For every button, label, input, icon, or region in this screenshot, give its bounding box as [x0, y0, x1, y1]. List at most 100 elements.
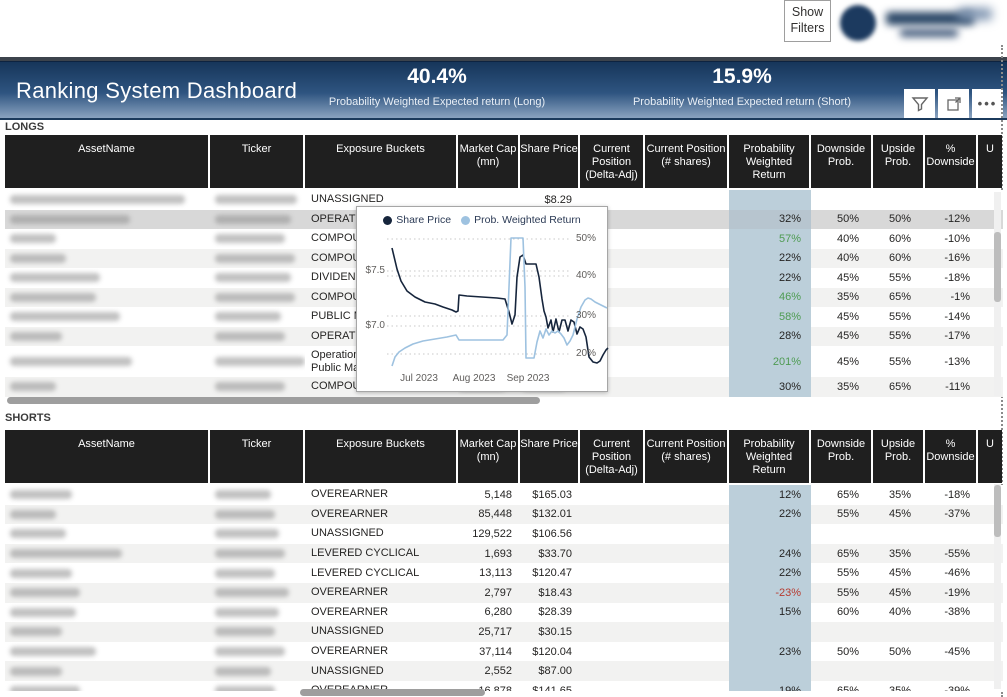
column-header[interactable]: U — [978, 430, 1002, 483]
more-options-button[interactable]: ••• — [972, 89, 1003, 118]
cell-prob-weighted-return: 32% — [729, 210, 811, 230]
column-header[interactable]: Current Position (# shares) — [645, 135, 729, 188]
column-header[interactable]: Upside Prob. — [873, 430, 925, 483]
table-row[interactable]: OVEREARNER6,280$28.3915%60%40%-38% — [5, 603, 1003, 623]
table-row[interactable]: LEVERED CYCLICAL1,693$33.7024%65%35%-55% — [5, 544, 1003, 564]
column-header[interactable]: % Downside — [925, 135, 978, 188]
column-header[interactable]: Share Price — [520, 135, 580, 188]
redacted-text-blur — [10, 627, 62, 636]
shorts-horizontal-scrollbar[interactable] — [300, 689, 485, 696]
cell-prob-weighted-return — [729, 190, 811, 210]
column-header[interactable]: % Downside — [925, 430, 978, 483]
table-row[interactable]: OVEREARNER2,797$18.43-23%55%45%-19% — [5, 583, 1003, 603]
cell-upside-prob: 55% — [873, 327, 925, 347]
redacted-text-blur — [10, 647, 96, 656]
table-row[interactable]: OVEREARNER85,448$132.0122%55%45%-37% — [5, 505, 1003, 525]
y-axis-label: 30% — [576, 310, 604, 321]
x-axis-label: Sep 2023 — [498, 373, 558, 384]
table-row[interactable]: OVEREARNER16,878$141.6519%65%35%-39% — [5, 681, 1003, 691]
visual-toolbar: ••• — [904, 89, 1003, 118]
cell-pct-downside — [925, 661, 978, 681]
cell-market-cap: 129,522 — [458, 524, 520, 544]
cell-market-cap: 25,717 — [458, 622, 520, 642]
cell-downside-prob: 45% — [811, 346, 873, 377]
cell-upside-prob: 60% — [873, 249, 925, 269]
cell-downside-prob: 55% — [811, 505, 873, 525]
table-row[interactable]: OVEREARNER37,114$120.0423%50%50%-45% — [5, 642, 1003, 662]
column-header[interactable]: Probability Weighted Return — [729, 430, 811, 483]
cell-current-position-delta — [580, 563, 645, 583]
cell-exposure-bucket: OVEREARNER — [305, 583, 458, 603]
cell-pct-downside: -18% — [925, 268, 978, 288]
cell-prob-weighted-return: 22% — [729, 505, 811, 525]
column-header[interactable]: Exposure Buckets — [305, 430, 458, 483]
y-axis-label: 20% — [576, 348, 604, 359]
show-filters-button[interactable]: Show Filters — [784, 0, 831, 42]
cell-assetname — [5, 661, 210, 681]
cell-market-cap: 13,113 — [458, 563, 520, 583]
filter-button[interactable] — [904, 89, 935, 118]
cell-downside-prob: 40% — [811, 249, 873, 269]
cell-upside-prob: 45% — [873, 505, 925, 525]
cell-pct-downside — [925, 190, 978, 210]
cell-current-position-shares — [645, 229, 729, 249]
column-header[interactable]: Share Price — [520, 430, 580, 483]
redacted-text-blur — [10, 357, 132, 366]
column-header[interactable]: Current Position (Delta-Adj) — [580, 135, 645, 188]
column-header[interactable]: Downside Prob. — [811, 430, 873, 483]
column-header[interactable]: Current Position (# shares) — [645, 430, 729, 483]
cell-upside-prob: 50% — [873, 642, 925, 662]
longs-vertical-scrollbar[interactable] — [994, 232, 1001, 302]
cell-assetname — [5, 288, 210, 308]
cell-current-position-shares — [645, 505, 729, 525]
shorts-vertical-scrollbar[interactable] — [994, 485, 1001, 537]
cell-current-position-shares — [645, 524, 729, 544]
y-axis-label: $7.5 — [363, 265, 385, 276]
column-header[interactable]: U — [978, 135, 1002, 188]
column-header[interactable]: Exposure Buckets — [305, 135, 458, 188]
cell-assetname — [5, 210, 210, 230]
cell-ticker — [210, 346, 305, 377]
table-row[interactable]: UNASSIGNED2,552$87.00 — [5, 661, 1003, 681]
table-row[interactable]: OVEREARNER5,148$165.0312%65%35%-18% — [5, 485, 1003, 505]
power-bi-dashboard: Show Filters Ranking System Dashboard 40… — [0, 0, 1007, 697]
column-header[interactable]: Current Position (Delta-Adj) — [580, 430, 645, 483]
cell-ticker — [210, 229, 305, 249]
table-row[interactable]: LEVERED CYCLICAL13,113$120.4722%55%45%-4… — [5, 563, 1003, 583]
cell-ticker — [210, 307, 305, 327]
column-header[interactable]: Ticker — [210, 135, 305, 188]
kpi-short: 15.9% Probability Weighted Expected retu… — [582, 64, 902, 108]
cell-assetname — [5, 485, 210, 505]
cell-ticker — [210, 377, 305, 397]
cell-share-price: $141.65 — [520, 681, 580, 691]
cell-assetname — [5, 642, 210, 662]
column-header[interactable]: Ticker — [210, 430, 305, 483]
cell-ticker — [210, 681, 305, 691]
column-header[interactable]: Probability Weighted Return — [729, 135, 811, 188]
cell-current-position-shares — [645, 603, 729, 623]
column-header[interactable]: Market Cap (mn) — [458, 430, 520, 483]
focus-mode-button[interactable] — [938, 89, 969, 118]
cell-current-position-delta — [580, 583, 645, 603]
cell-exposure-bucket: LEVERED CYCLICAL — [305, 544, 458, 564]
column-header[interactable]: Upside Prob. — [873, 135, 925, 188]
table-row[interactable]: UNASSIGNED25,717$30.15 — [5, 622, 1003, 642]
longs-horizontal-scrollbar[interactable] — [7, 397, 540, 404]
cell-exposure-bucket: UNASSIGNED — [305, 661, 458, 681]
cell-upside-prob: 55% — [873, 346, 925, 377]
redacted-text-blur — [215, 312, 281, 321]
column-header[interactable]: AssetName — [5, 135, 210, 188]
cell-upside-prob: 45% — [873, 563, 925, 583]
cell-prob-weighted-return — [729, 622, 811, 642]
column-header[interactable]: Downside Prob. — [811, 135, 873, 188]
cell-share-price: $28.39 — [520, 603, 580, 623]
top-app-bar: Show Filters — [0, 0, 1007, 57]
column-header[interactable]: Market Cap (mn) — [458, 135, 520, 188]
cell-downside-prob: 50% — [811, 642, 873, 662]
funnel-icon — [911, 95, 929, 113]
column-header[interactable]: AssetName — [5, 430, 210, 483]
cell-current-position-shares — [645, 210, 729, 230]
table-row[interactable]: UNASSIGNED129,522$106.56 — [5, 524, 1003, 544]
cell-prob-weighted-return: 12% — [729, 485, 811, 505]
redacted-text-blur — [215, 529, 279, 538]
